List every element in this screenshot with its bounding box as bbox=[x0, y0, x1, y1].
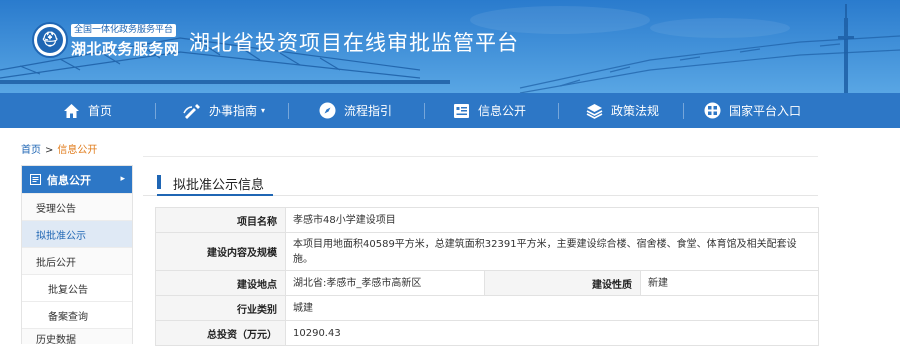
sidebar-item-pre-approval-notice[interactable]: 拟批准公示 bbox=[22, 220, 132, 247]
sidebar-item-label: 备案查询 bbox=[48, 311, 88, 323]
chevron-down-icon: ▾ bbox=[261, 106, 266, 115]
field-label-project-name: 项目名称 bbox=[155, 207, 286, 233]
breadcrumb-home-link[interactable]: 首页 bbox=[21, 145, 41, 156]
nav-divider bbox=[558, 103, 559, 119]
nav-label-guide: 办事指南 bbox=[209, 104, 258, 118]
field-value-construction-nature: 新建 bbox=[640, 270, 819, 296]
nav-item-home[interactable]: 首页 bbox=[62, 93, 112, 128]
table-row: 总投资（万元） 10290.43 bbox=[155, 320, 819, 346]
field-label-construction-nature: 建设性质 bbox=[484, 270, 641, 296]
sidebar-item-acceptance-notice[interactable]: 受理公告 bbox=[22, 193, 132, 220]
info-icon bbox=[452, 102, 470, 120]
sidebar-item-history-data[interactable]: 历史数据 bbox=[22, 328, 132, 346]
field-value-project-name: 孝感市48小学建设项目 bbox=[285, 207, 819, 233]
platform-title: 湖北省投资项目在线审批监管平台 bbox=[189, 31, 519, 55]
panel-title: 拟批准公示信息 bbox=[173, 178, 265, 193]
sidebar-item-post-approval[interactable]: 批后公开 bbox=[22, 247, 132, 274]
portal-icon bbox=[703, 102, 721, 120]
field-value-industry: 城建 bbox=[285, 295, 819, 321]
field-value-location: 湖北省:孝感市_孝感市高新区 bbox=[285, 270, 485, 296]
table-row: 建设地点 湖北省:孝感市_孝感市高新区 建设性质 新建 bbox=[155, 270, 819, 296]
nav-item-guide[interactable]: 办事指南 ▾ bbox=[183, 93, 265, 128]
sidebar-item-label: 拟批准公示 bbox=[36, 230, 86, 242]
nav-item-national-portal[interactable]: 国家平台入口 bbox=[703, 93, 801, 128]
nav-item-info[interactable]: 信息公开 bbox=[452, 93, 526, 128]
nav-label-national-portal: 国家平台入口 bbox=[729, 104, 802, 118]
document-icon bbox=[30, 174, 41, 185]
title-underline bbox=[157, 194, 273, 196]
sidebar-item-label: 批后公开 bbox=[36, 257, 76, 269]
site-subtitle: 全国一体化政务服务平台 bbox=[71, 24, 177, 37]
site-name[interactable]: 湖北政务服务网 bbox=[71, 38, 180, 59]
table-row: 建设内容及规模 本项目用地面积40589平方米，总建筑面积32391平方米，主要… bbox=[155, 232, 819, 271]
chevron-right-icon: ▸ bbox=[120, 174, 125, 184]
table-row: 项目名称 孝感市48小学建设项目 bbox=[155, 207, 819, 233]
field-value-construction-scope: 本项目用地面积40589平方米，总建筑面积32391平方米，主要建设综合楼、宿舍… bbox=[285, 232, 819, 271]
nav-item-policy[interactable]: 政策法规 bbox=[585, 93, 659, 128]
title-accent-bar bbox=[157, 175, 161, 189]
nav-label-policy: 政策法规 bbox=[611, 104, 660, 118]
breadcrumb-separator: > bbox=[45, 145, 54, 156]
table-row: 行业类别 城建 bbox=[155, 295, 819, 321]
nav-divider bbox=[683, 103, 684, 119]
nav-divider bbox=[288, 103, 289, 119]
nav-label-info: 信息公开 bbox=[478, 104, 527, 118]
home-icon bbox=[62, 102, 80, 120]
breadcrumb: 首页 > 信息公开 bbox=[21, 141, 97, 156]
sidebar-item-approval-reply[interactable]: 批复公告 bbox=[22, 274, 132, 301]
sidebar-header-label: 信息公开 bbox=[47, 173, 91, 187]
nav-item-process[interactable]: 流程指引 bbox=[318, 93, 392, 128]
sidebar-item-label: 历史数据 bbox=[36, 335, 76, 346]
emblem-icon: ⛑ bbox=[37, 27, 63, 53]
panel-divider bbox=[143, 156, 818, 157]
nav-label-process: 流程指引 bbox=[344, 104, 393, 118]
sidebar-header-info-disclosure[interactable]: 信息公开 ▸ bbox=[22, 166, 132, 193]
sidebar: 信息公开 ▸ 受理公告 拟批准公示 批后公开 批复公告 备案查询 历史数据 bbox=[21, 165, 133, 346]
field-label-industry: 行业类别 bbox=[155, 295, 286, 321]
compass-icon bbox=[318, 102, 336, 120]
nav-divider bbox=[155, 103, 156, 119]
field-label-location: 建设地点 bbox=[155, 270, 286, 296]
sidebar-item-filing-query[interactable]: 备案查询 bbox=[22, 301, 132, 328]
project-detail-table: 项目名称 孝感市48小学建设项目 建设内容及规模 本项目用地面积40589平方米… bbox=[155, 207, 819, 346]
header-banner: ⛑ 全国一体化政务服务平台 湖北政务服务网 湖北省投资项目在线审批监管平台 bbox=[0, 0, 900, 93]
nav-label-home: 首页 bbox=[88, 104, 113, 118]
field-label-total-investment: 总投资（万元） bbox=[155, 320, 286, 346]
main-nav: 首页 办事指南 ▾ 流程指引 信息公开 政策法规 国家平台入口 bbox=[0, 93, 900, 128]
field-label-construction-scope: 建设内容及规模 bbox=[155, 232, 286, 271]
panel-header: 拟批准公示信息 bbox=[143, 166, 818, 196]
breadcrumb-current[interactable]: 信息公开 bbox=[57, 145, 97, 156]
site-logo[interactable]: ⛑ bbox=[32, 22, 68, 58]
field-value-total-investment: 10290.43 bbox=[285, 320, 819, 346]
guide-icon bbox=[183, 102, 201, 120]
layers-icon bbox=[585, 102, 603, 120]
sidebar-item-label: 受理公告 bbox=[36, 203, 76, 215]
nav-divider bbox=[424, 103, 425, 119]
sidebar-item-label: 批复公告 bbox=[48, 284, 88, 296]
